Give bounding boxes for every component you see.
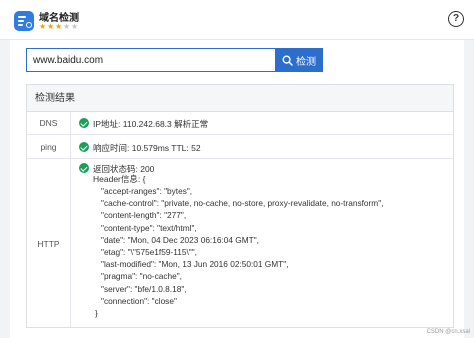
dns-text: IP地址: 110.242.68.3 解析正常: [93, 119, 209, 129]
ping-row: ping 响应时间: 10.579ms TTL: 52: [27, 135, 453, 159]
header-line: "content-type": "text/html",: [101, 222, 197, 233]
star-icon: ★: [55, 22, 63, 31]
check-circle-icon: [79, 163, 89, 173]
ping-value: 响应时间: 10.579ms TTL: 52: [71, 135, 453, 158]
http-value: 返回状态码: 200 Header信息: { "accept-ranges": …: [71, 159, 453, 327]
header-line: "server": "bfe/1.0.8.18",: [101, 283, 187, 294]
check-button[interactable]: 检测: [275, 48, 323, 72]
dns-value: IP地址: 110.242.68.3 解析正常: [71, 112, 453, 134]
star-icon: ★: [39, 22, 47, 31]
app-header: 域名检测 ★★★★★ ?: [0, 0, 474, 40]
header-line: "last-modified": "Mon, 13 Jun 2016 02:50…: [101, 259, 289, 270]
ping-text: 响应时间: 10.579ms TTL: 52: [93, 143, 201, 153]
app-icon: [14, 11, 34, 31]
check-button-label: 检测: [296, 56, 316, 68]
header-line: "pragma": "no-cache",: [101, 271, 182, 282]
result-panel: 检测结果 DNS IP地址: 110.242.68.3 解析正常 ping 响应…: [26, 84, 454, 328]
search-icon: [282, 54, 293, 66]
star-icon: ★: [71, 22, 79, 31]
header-open: Header信息: {: [93, 174, 146, 184]
result-title: 检测结果: [27, 85, 453, 112]
domain-input[interactable]: [26, 48, 275, 72]
watermark: CSDN @cn.xsal: [426, 329, 470, 335]
check-circle-icon: [79, 118, 89, 128]
header-line: "connection": "close": [101, 295, 177, 306]
header-close: }: [95, 307, 98, 318]
header-line: "cache-control": "private, no-cache, no-…: [101, 198, 384, 209]
header-line: "accept-ranges": "bytes",: [101, 186, 193, 196]
http-label: HTTP: [27, 159, 71, 327]
star-icon: ★: [47, 22, 55, 31]
dns-row: DNS IP地址: 110.242.68.3 解析正常: [27, 112, 453, 135]
check-circle-icon: [79, 142, 89, 152]
header-line: "date": "Mon, 04 Dec 2023 06:16:04 GMT",: [101, 234, 259, 245]
star-icon: ★: [63, 22, 71, 31]
ping-label: ping: [27, 135, 71, 158]
dns-label: DNS: [27, 112, 71, 134]
header-line: "etag": "\"575e1f59-115\"",: [101, 246, 197, 257]
help-icon[interactable]: ?: [448, 11, 464, 27]
header-line: "content-length": "277",: [101, 210, 187, 221]
rating-stars: ★★★★★: [39, 22, 79, 32]
http-row: HTTP 返回状态码: 200 Header信息: { "accept-rang…: [27, 159, 453, 327]
header-list: "accept-ranges": "bytes", "cache-control…: [95, 185, 384, 319]
